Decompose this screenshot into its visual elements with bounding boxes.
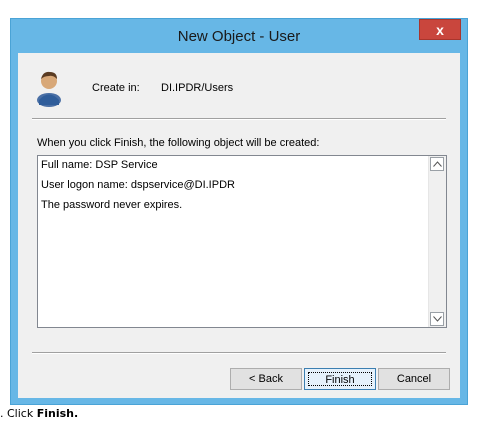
caption-bold: Finish. — [36, 407, 79, 420]
summary-content: Full name: DSP Service User logon name: … — [41, 159, 426, 219]
instruction-caption: . Click Finish. — [0, 407, 78, 420]
info-text: When you click Finish, the following obj… — [37, 137, 320, 149]
cancel-button[interactable]: Cancel — [378, 368, 450, 390]
dialog-client-area: Create in: DI.IPDR/Users When you click … — [18, 53, 460, 398]
close-button[interactable]: x — [419, 19, 461, 40]
chevron-down-icon — [433, 316, 442, 322]
top-separator — [32, 118, 446, 120]
summary-line-full-name: Full name: DSP Service — [41, 159, 158, 171]
new-object-user-dialog: New Object - User x Create in: DI.IPDR/U… — [10, 18, 468, 405]
dialog-title: New Object - User — [177, 28, 301, 45]
title-bar[interactable]: New Object - User x — [11, 19, 467, 53]
scroll-down-button[interactable] — [430, 312, 444, 326]
finish-button[interactable]: Finish — [304, 368, 376, 390]
vertical-scrollbar[interactable] — [428, 156, 446, 327]
bottom-separator — [32, 352, 446, 354]
summary-textbox[interactable]: Full name: DSP Service User logon name: … — [37, 155, 447, 328]
chevron-up-icon — [433, 161, 442, 167]
caption-prefix: . Click — [0, 407, 34, 420]
create-in-row: Create in: DI.IPDR/Users — [34, 67, 434, 111]
create-in-label: Create in: — [92, 82, 140, 94]
finish-button-label: Finish — [308, 372, 372, 386]
back-button[interactable]: < Back — [230, 368, 302, 390]
close-icon: x — [436, 22, 444, 38]
user-icon — [37, 71, 61, 107]
summary-line-logon-name: User logon name: dspservice@DI.IPDR — [41, 179, 235, 191]
summary-line-password: The password never expires. — [41, 199, 183, 211]
scroll-up-button[interactable] — [430, 157, 444, 171]
create-in-path: DI.IPDR/Users — [161, 82, 234, 94]
